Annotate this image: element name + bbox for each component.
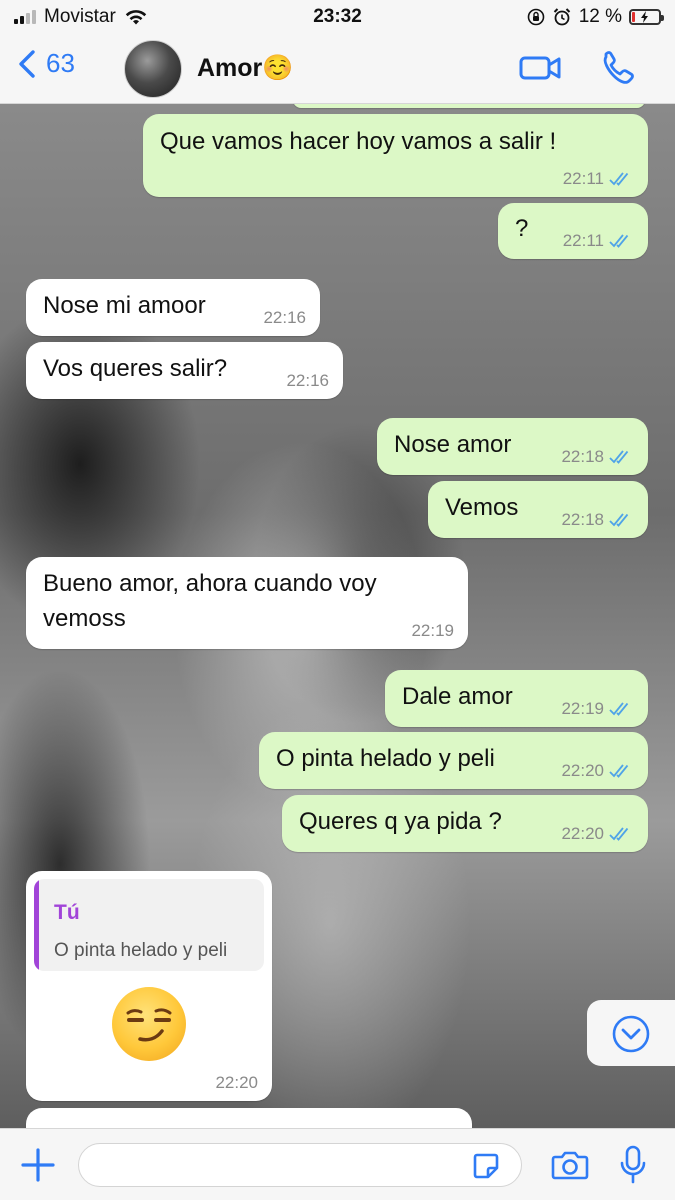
video-call-icon[interactable] — [519, 48, 563, 88]
read-receipt-icon — [609, 702, 629, 716]
plus-icon[interactable] — [20, 1147, 56, 1183]
message-text: Que vamos hacer hoy vamos a salir ! — [160, 128, 557, 155]
message-bubble-outgoing[interactable]: Vemos 22:18 — [428, 481, 648, 538]
orientation-lock-icon — [527, 8, 544, 26]
alarm-icon — [553, 8, 570, 26]
message-bubble-outgoing[interactable]: Nose amor 22:18 — [377, 418, 648, 475]
camera-icon[interactable] — [551, 1149, 589, 1181]
microphone-icon[interactable] — [620, 1145, 646, 1185]
message-time: 22:20 — [561, 824, 604, 843]
message-bubble-partial[interactable] — [293, 104, 645, 108]
read-receipt-icon — [609, 172, 629, 186]
quote-accent-bar — [34, 879, 39, 971]
message-time: 22:11 — [562, 231, 604, 250]
message-text: ? — [515, 215, 529, 242]
quote-text: O pinta helado y peli — [54, 940, 228, 961]
message-bubble-incoming[interactable]: Nose mi amoor 22:16 — [26, 279, 320, 336]
read-receipt-icon — [609, 450, 629, 464]
message-text-line-2: vemoss — [43, 605, 126, 632]
chevron-down-circle-icon — [612, 1015, 650, 1053]
battery-percentage: 12 % — [578, 6, 622, 27]
message-text: Queres q ya pida ? — [299, 808, 502, 835]
back-button[interactable]: 63 — [18, 48, 75, 79]
message-time: 22:18 — [561, 447, 604, 466]
read-receipt-icon — [609, 827, 629, 841]
unread-count: 63 — [46, 48, 75, 78]
message-time: 22:16 — [286, 371, 329, 390]
message-time: 22:11 — [562, 169, 604, 188]
message-bubble-incoming[interactable]: Bueno amor, ahora cuando voy vemoss 22:1… — [26, 557, 468, 649]
composer-bar — [0, 1128, 675, 1200]
quoted-message[interactable]: Tú O pinta helado y peli — [34, 879, 264, 971]
contact-name[interactable]: Amor☺️ — [197, 54, 293, 83]
chat-header: 63 Amor☺️ — [0, 34, 675, 104]
read-receipt-icon — [609, 764, 629, 778]
avatar[interactable] — [124, 40, 182, 98]
message-list[interactable]: Que vamos hacer hoy vamos a salir ! 22:1… — [0, 104, 675, 1128]
smirking-face-emoji-icon — [112, 987, 186, 1061]
message-bubble-outgoing[interactable]: ? 22:11 — [498, 203, 648, 259]
message-text: Vos queres salir? — [43, 355, 228, 382]
message-bubble-outgoing[interactable]: O pinta helado y peli 22:20 — [259, 732, 648, 789]
battery-icon — [629, 9, 664, 25]
message-time: 22:16 — [263, 308, 306, 327]
status-bar: Movistar 23:32 12 % — [0, 0, 675, 34]
message-text-line-1: Bueno amor, ahora cuando voy — [43, 570, 377, 597]
message-bubble-outgoing[interactable]: Que vamos hacer hoy vamos a salir ! 22:1… — [143, 114, 648, 197]
message-time: 22:18 — [561, 510, 604, 529]
message-bubble-incoming-reply[interactable]: Tú O pinta helado y peli 22:20 — [26, 871, 272, 1101]
read-receipt-icon — [609, 513, 629, 527]
scroll-to-bottom-button[interactable] — [587, 1000, 675, 1066]
message-time: 22:20 — [215, 1073, 258, 1092]
message-text: Vemos — [445, 494, 519, 521]
message-text: Nose amor — [394, 431, 512, 458]
chevron-left-icon — [19, 49, 35, 78]
message-bubble-outgoing[interactable]: Dale amor 22:19 — [385, 670, 648, 727]
message-bubble-outgoing[interactable]: Queres q ya pida ? 22:20 — [282, 795, 648, 852]
message-time: 22:20 — [561, 761, 604, 780]
message-bubble-incoming-partial[interactable] — [26, 1108, 472, 1128]
quote-author: Tú — [54, 901, 80, 924]
read-receipt-icon — [609, 234, 629, 248]
message-text: Nose mi amoor — [43, 292, 206, 319]
phone-call-icon[interactable] — [597, 48, 641, 88]
message-time: 22:19 — [411, 621, 454, 640]
message-time: 22:19 — [561, 699, 604, 718]
message-bubble-incoming[interactable]: Vos queres salir? 22:16 — [26, 342, 343, 399]
message-input[interactable] — [78, 1143, 522, 1187]
sticker-icon[interactable] — [471, 1151, 501, 1181]
message-text: Dale amor — [402, 683, 513, 710]
message-text: O pinta helado y peli — [276, 745, 495, 772]
